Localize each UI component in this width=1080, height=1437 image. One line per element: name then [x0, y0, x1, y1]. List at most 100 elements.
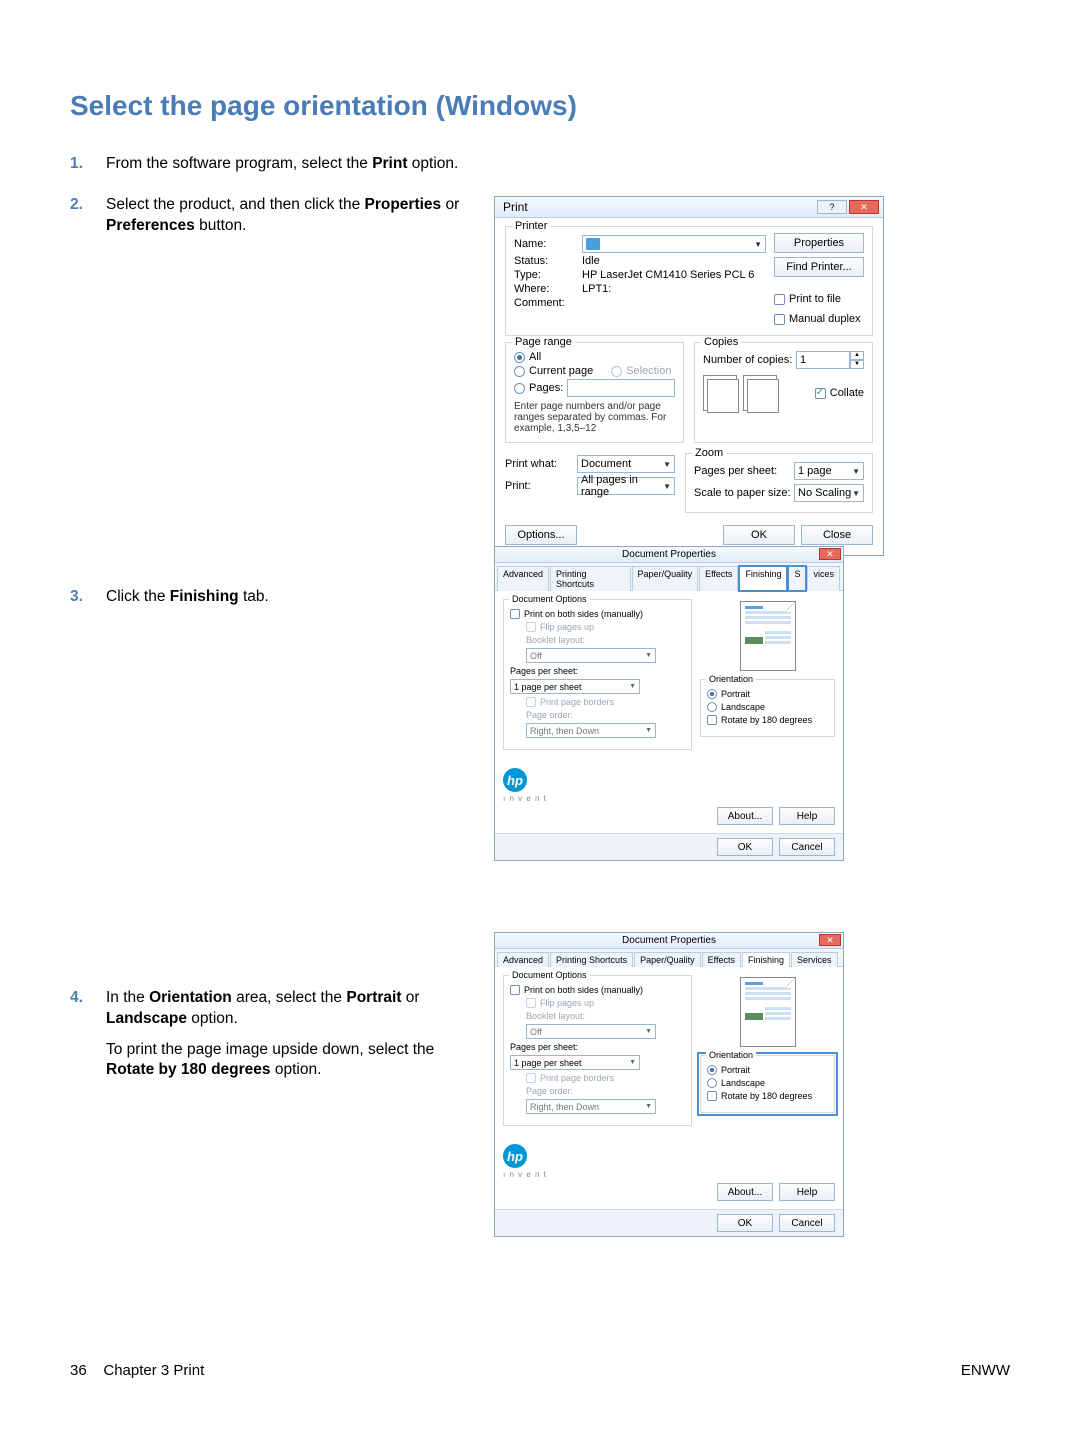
zoom-scale-label: Scale to paper size: — [694, 487, 794, 499]
props-close-icon[interactable]: ✕ — [819, 548, 841, 560]
tab-effects[interactable]: Effects — [699, 566, 738, 591]
booklet-select[interactable]: Off — [526, 648, 656, 663]
tab-advanced[interactable]: Advanced — [497, 566, 549, 591]
copies-spinner[interactable]: ▲▼ — [850, 351, 864, 369]
printer-icon — [586, 238, 600, 250]
doc-options-group: Document Options Print on both sides (ma… — [503, 599, 692, 750]
tab-services-left[interactable]: S — [788, 566, 806, 591]
printer-group: Printer Name: Status:Idle Type:HP LaserJ… — [505, 226, 873, 336]
page-range-selection-radio[interactable] — [611, 366, 622, 377]
page-order-select-2[interactable]: Right, then Down — [526, 1099, 656, 1114]
page-range-note: Enter page numbers and/or page ranges se… — [514, 401, 675, 434]
document-properties-dialog-1: Document Properties ✕ Advanced Printing … — [494, 546, 844, 861]
printwhat-label: Print what: — [505, 458, 577, 470]
printwhat-select[interactable]: Document — [577, 455, 675, 473]
landscape-radio[interactable] — [707, 702, 717, 712]
collate-checkbox[interactable] — [815, 388, 826, 399]
tab-services-right[interactable]: vices — [807, 566, 840, 591]
page-borders-checkbox[interactable] — [526, 697, 536, 707]
about-button-2[interactable]: About... — [717, 1183, 773, 1201]
tab-paper-quality[interactable]: Paper/Quality — [632, 566, 699, 591]
page-heading: Select the page orientation (Windows) — [70, 90, 1010, 122]
where-label: Where: — [514, 283, 582, 295]
page-range-pages-input[interactable] — [567, 379, 675, 397]
print-dialog-title: Print — [503, 200, 528, 214]
both-sides-checkbox[interactable] — [510, 609, 520, 619]
tab-effects-2[interactable]: Effects — [702, 952, 741, 967]
portrait-radio-2[interactable] — [707, 1065, 717, 1075]
ok-button[interactable]: OK — [723, 525, 795, 545]
help-button-2[interactable]: Help — [779, 1183, 835, 1201]
document-properties-dialog-2: Document Properties ✕ Advanced Printing … — [494, 932, 844, 1237]
close-window-button[interactable]: ✕ — [849, 200, 879, 214]
flip-pages-checkbox[interactable] — [526, 622, 536, 632]
portrait-radio[interactable] — [707, 689, 717, 699]
props-close-icon-2[interactable]: ✕ — [819, 934, 841, 946]
print-label: Print: — [505, 480, 577, 492]
type-label: Type: — [514, 269, 582, 281]
hp-invent-text-2: ı n v e n t — [503, 1170, 835, 1179]
printer-name-select[interactable] — [582, 235, 766, 253]
orientation-group: Orientation Portrait Landscape Rotate by… — [700, 679, 835, 737]
props-tabs-2: Advanced Printing Shortcuts Paper/Qualit… — [495, 949, 843, 967]
page-order-select[interactable]: Right, then Down — [526, 723, 656, 738]
copies-input[interactable]: 1 — [796, 351, 850, 369]
copies-label: Number of copies: — [703, 354, 792, 366]
props-cancel-button-2[interactable]: Cancel — [779, 1214, 835, 1232]
zoom-scale-select[interactable]: No Scaling — [794, 484, 864, 502]
rotate-checkbox[interactable] — [707, 715, 717, 725]
page-range-current-radio[interactable] — [514, 366, 525, 377]
page-range-pages-radio[interactable] — [514, 383, 525, 394]
close-button[interactable]: Close — [801, 525, 873, 545]
zoom-pps-label: Pages per sheet: — [694, 465, 794, 477]
pps-select-2[interactable]: 1 page per sheet — [510, 1055, 640, 1070]
page-borders-checkbox-2[interactable] — [526, 1073, 536, 1083]
print-select[interactable]: All pages in range — [577, 477, 675, 495]
props-cancel-button[interactable]: Cancel — [779, 838, 835, 856]
rotate-checkbox-2[interactable] — [707, 1091, 717, 1101]
type-value: HP LaserJet CM1410 Series PCL 6 — [582, 269, 754, 281]
step-1: From the software program, select the Pr… — [70, 154, 480, 175]
flip-pages-checkbox-2[interactable] — [526, 998, 536, 1008]
print-to-file-checkbox[interactable] — [774, 294, 785, 305]
tab-advanced-2[interactable]: Advanced — [497, 952, 549, 967]
tab-paper-quality-2[interactable]: Paper/Quality — [634, 952, 701, 967]
page-footer: 36 Chapter 3 Print ENWW — [70, 1362, 1010, 1379]
page-range-group: Page range All Current page Selection Pa… — [505, 342, 684, 443]
properties-button[interactable]: Properties — [774, 233, 864, 253]
hp-invent-text: ı n v e n t — [503, 794, 835, 803]
pps-label: Pages per sheet: — [510, 666, 578, 676]
page-preview-icon — [740, 601, 796, 671]
status-value: Idle — [582, 255, 600, 267]
props-ok-button[interactable]: OK — [717, 838, 773, 856]
options-button[interactable]: Options... — [505, 525, 577, 545]
zoom-pps-select[interactable]: 1 page — [794, 462, 864, 480]
booklet-select-2[interactable]: Off — [526, 1024, 656, 1039]
tab-finishing-2[interactable]: Finishing — [742, 952, 790, 967]
props-titlebar-2: Document Properties ✕ — [495, 933, 843, 949]
manual-duplex-checkbox[interactable] — [774, 314, 785, 325]
page-order-label: Page order: — [526, 710, 573, 720]
copies-group: Copies Number of copies: 1▲▼ Collate — [694, 342, 873, 443]
both-sides-checkbox-2[interactable] — [510, 985, 520, 995]
instruction-list: From the software program, select the Pr… — [70, 154, 480, 1081]
props-tabs: Advanced Printing Shortcuts Paper/Qualit… — [495, 563, 843, 591]
tab-finishing[interactable]: Finishing — [739, 566, 787, 591]
landscape-radio-2[interactable] — [707, 1078, 717, 1088]
pps-select[interactable]: 1 page per sheet — [510, 679, 640, 694]
page-range-all-radio[interactable] — [514, 352, 525, 363]
props-titlebar: Document Properties ✕ — [495, 547, 843, 563]
about-button[interactable]: About... — [717, 807, 773, 825]
tab-services-2[interactable]: Services — [791, 952, 838, 967]
help-window-button[interactable]: ? — [817, 200, 847, 214]
status-label: Status: — [514, 255, 582, 267]
orientation-group-2: Orientation Portrait Landscape Rotate by… — [700, 1055, 835, 1113]
props-ok-button-2[interactable]: OK — [717, 1214, 773, 1232]
find-printer-button[interactable]: Find Printer... — [774, 257, 864, 277]
hp-logo-icon: hp — [503, 768, 527, 792]
help-button[interactable]: Help — [779, 807, 835, 825]
tab-printing-shortcuts-2[interactable]: Printing Shortcuts — [550, 952, 633, 967]
print-dialog-titlebar: Print ? ✕ — [495, 197, 883, 218]
tab-printing-shortcuts[interactable]: Printing Shortcuts — [550, 566, 631, 591]
zoom-group: Zoom Pages per sheet:1 page Scale to pap… — [685, 453, 873, 513]
